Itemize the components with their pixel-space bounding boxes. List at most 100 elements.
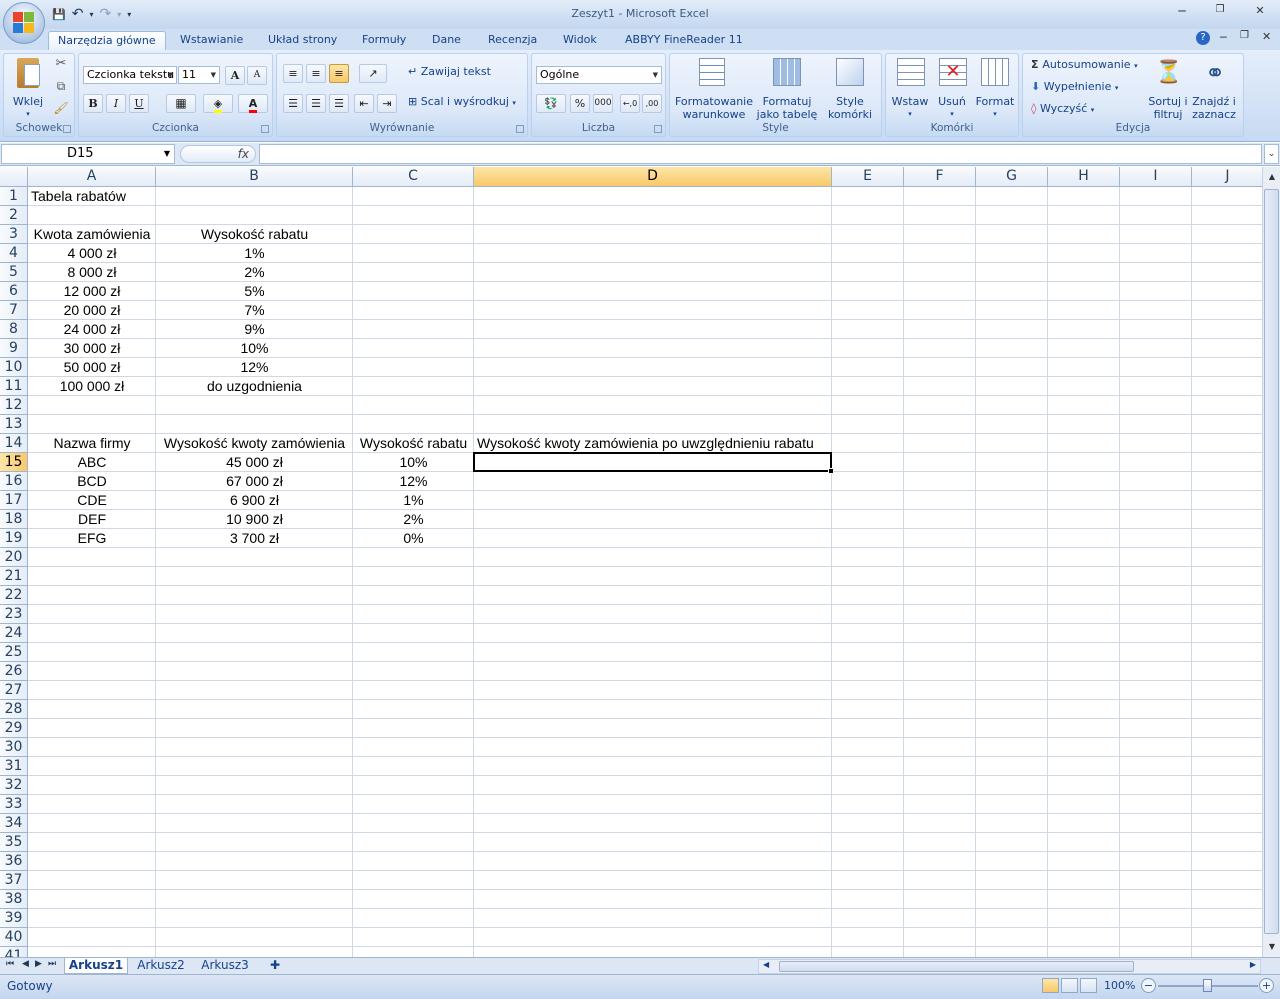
currency-button[interactable]: 💱 <box>536 94 566 113</box>
worksheet-grid[interactable]: A B C D E F G H I J 1 2 3 4 5 6 7 8 9 10 11 12 13 14 15 16 17 18 19 2… <box>0 167 1262 957</box>
tab-view[interactable]: Widok <box>554 31 606 50</box>
fill-color-button[interactable]: ◈ <box>203 94 233 113</box>
help-icon[interactable]: ? <box>1196 31 1210 45</box>
percent-button[interactable]: % <box>570 94 590 113</box>
cell-b19[interactable]: 3 700 zł <box>156 529 353 547</box>
row-header-24[interactable]: 24 <box>0 624 28 643</box>
row-header-39[interactable]: 39 <box>0 909 28 928</box>
align-center-button[interactable]: ☰ <box>306 94 326 113</box>
cell-b3[interactable]: Wysokość rabatu <box>156 225 353 243</box>
increase-indent-button[interactable]: ⇥ <box>377 94 397 113</box>
column-header-c[interactable]: C <box>353 167 474 187</box>
cell-c17[interactable]: 1% <box>353 491 474 509</box>
row-header-22[interactable]: 22 <box>0 586 28 605</box>
cell-a4[interactable]: 4 000 zł <box>28 244 156 262</box>
row-header-20[interactable]: 20 <box>0 548 28 567</box>
row-header-34[interactable]: 34 <box>0 814 28 833</box>
cell-a18[interactable]: DEF <box>28 510 156 528</box>
zoom-level[interactable]: 100% <box>1104 979 1135 992</box>
align-bottom-button[interactable]: ≡ <box>329 64 349 83</box>
tab-abbyy[interactable]: ABBYY FineReader 11 <box>616 31 752 50</box>
row-header-16[interactable]: 16 <box>0 472 28 491</box>
cell-b11[interactable]: do uzgodnienia <box>156 377 353 395</box>
scroll-down-icon[interactable]: ▼ <box>1265 940 1279 954</box>
name-box-dropdown-icon[interactable]: ▼ <box>164 145 170 163</box>
font-color-button[interactable]: A <box>238 94 268 113</box>
row-header-32[interactable]: 32 <box>0 776 28 795</box>
tab-formulas[interactable]: Formuły <box>353 31 415 50</box>
copy-icon[interactable]: ⧉ <box>52 80 70 96</box>
cell-a16[interactable]: BCD <box>28 472 156 490</box>
delete-cells-button[interactable]: ✕ Usuń ▾ <box>932 56 972 122</box>
insert-function-button[interactable]: fx <box>180 145 256 163</box>
cell-b15[interactable]: 45 000 zł <box>156 453 353 471</box>
cell-styles-button[interactable]: Style komórki <box>820 56 880 122</box>
bold-button[interactable]: B <box>83 94 103 113</box>
cell-a17[interactable]: CDE <box>28 491 156 509</box>
merge-center-button[interactable]: ⊞ Scal i wyśrodkuj ▾ <box>408 96 528 109</box>
underline-button[interactable]: U <box>129 94 149 113</box>
first-sheet-icon[interactable]: ⏮ <box>6 959 14 969</box>
vertical-scroll-thumb[interactable] <box>1264 189 1279 934</box>
cell-d14[interactable]: Wysokość kwoty zamówienia po uwzględnien… <box>477 434 814 452</box>
column-header-h[interactable]: H <box>1048 167 1120 187</box>
prev-sheet-icon[interactable]: ◀ <box>22 959 29 969</box>
fill-button[interactable]: ⬇ Wypełnienie ▾ <box>1031 81 1149 94</box>
workbook-restore-button[interactable]: ❐ <box>1240 30 1249 41</box>
zoom-in-icon[interactable]: + <box>1259 978 1274 993</box>
dialog-launcher-icon[interactable] <box>516 125 524 133</box>
align-left-button[interactable]: ☰ <box>283 94 303 113</box>
row-header-6[interactable]: 6 <box>0 282 28 301</box>
row-header-41[interactable]: 41 <box>0 947 28 957</box>
conditional-formatting-button[interactable]: Formatowanie warunkowe <box>673 56 755 122</box>
grow-font-button[interactable]: A <box>225 66 245 85</box>
row-header-9[interactable]: 9 <box>0 339 28 358</box>
row-header-38[interactable]: 38 <box>0 890 28 909</box>
sheet-tab-arkusz2[interactable]: Arkusz2 <box>132 958 190 974</box>
row-header-17[interactable]: 17 <box>0 491 28 510</box>
row-header-2[interactable]: 2 <box>0 206 28 225</box>
row-header-36[interactable]: 36 <box>0 852 28 871</box>
close-button[interactable]: ✕ <box>1250 4 1270 17</box>
cell-a7[interactable]: 20 000 zł <box>28 301 156 319</box>
cell-b18[interactable]: 10 900 zł <box>156 510 353 528</box>
dialog-launcher-icon[interactable] <box>654 125 662 133</box>
wrap-text-button[interactable]: ↵ Zawijaj tekst <box>408 66 518 78</box>
name-box[interactable]: D15 ▼ <box>1 144 175 164</box>
cell-b5[interactable]: 2% <box>156 263 353 281</box>
row-header-23[interactable]: 23 <box>0 605 28 624</box>
scroll-left-icon[interactable]: ◀ <box>763 960 769 969</box>
active-cell-border[interactable] <box>473 452 832 472</box>
workbook-minimize-button[interactable]: ─ <box>1220 31 1227 44</box>
column-header-e[interactable]: E <box>832 167 904 187</box>
increase-decimal-button[interactable]: ←,0 <box>620 94 640 113</box>
tab-data[interactable]: Dane <box>423 31 470 50</box>
next-sheet-icon[interactable]: ▶ <box>35 959 42 969</box>
zoom-out-icon[interactable]: − <box>1141 978 1156 993</box>
cell-c19[interactable]: 0% <box>353 529 474 547</box>
insert-cells-button[interactable]: Wstaw ▾ <box>890 56 930 122</box>
cell-b14[interactable]: Wysokość kwoty zamówienia <box>156 434 353 452</box>
align-top-button[interactable]: ≡ <box>283 64 303 83</box>
office-button[interactable] <box>3 2 45 44</box>
dialog-launcher-icon[interactable] <box>261 125 269 133</box>
row-header-29[interactable]: 29 <box>0 719 28 738</box>
cell-a9[interactable]: 30 000 zł <box>28 339 156 357</box>
row-header-7[interactable]: 7 <box>0 301 28 320</box>
row-header-12[interactable]: 12 <box>0 396 28 415</box>
normal-view-icon[interactable] <box>1042 978 1059 993</box>
format-as-table-button[interactable]: Formatuj jako tabelę <box>755 56 819 122</box>
tab-home[interactable]: Narzędzia główne <box>48 31 166 50</box>
sheet-tab-arkusz3[interactable]: Arkusz3 <box>196 958 254 974</box>
page-break-view-icon[interactable] <box>1080 978 1097 993</box>
restore-button[interactable]: ❐ <box>1210 4 1230 15</box>
tab-review[interactable]: Recenzja <box>479 31 546 50</box>
column-header-j[interactable]: J <box>1192 167 1262 187</box>
column-header-d[interactable]: D <box>474 167 832 187</box>
fill-handle[interactable] <box>828 468 834 474</box>
cell-b8[interactable]: 9% <box>156 320 353 338</box>
borders-button[interactable]: ▦ <box>166 94 196 113</box>
cell-a11[interactable]: 100 000 zł <box>28 377 156 395</box>
column-header-i[interactable]: I <box>1120 167 1192 187</box>
cut-icon[interactable]: ✂ <box>52 57 70 74</box>
